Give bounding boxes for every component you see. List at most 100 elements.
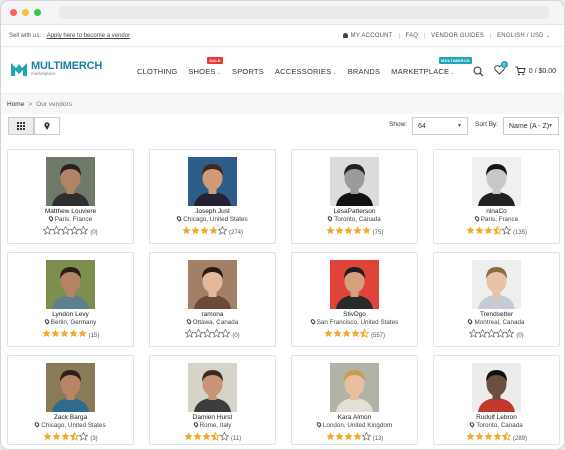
- vendor-avatar[interactable]: [330, 260, 379, 309]
- vendor-name[interactable]: Rudolf Lebron: [434, 414, 559, 421]
- vendor-name[interactable]: Damien Hurst: [150, 414, 275, 421]
- vendor-name[interactable]: Trendsetter: [434, 311, 559, 318]
- vendor-avatar[interactable]: [46, 363, 95, 412]
- vendor-card[interactable]: Joseph Just Chicago, United States (274): [149, 149, 276, 244]
- grid-view-button[interactable]: [8, 117, 34, 135]
- cart-button[interactable]: 0 / $0.00: [515, 66, 556, 76]
- star-half-icon: [492, 226, 502, 235]
- vendor-name[interactable]: ninaCo: [434, 208, 559, 215]
- vendor-location: Ottawa, Canada: [192, 319, 239, 326]
- search-icon[interactable]: [473, 66, 484, 77]
- my-account-label: MY ACCOUNT: [350, 33, 393, 39]
- vendor-location: London, United Kingdom: [322, 422, 393, 429]
- my-account-link[interactable]: MY ACCOUNT: [337, 33, 399, 39]
- listing-toolbar: Show: 64 ▼ Sort By: Name (A - Z) ▼: [1, 117, 564, 141]
- vendor-avatar[interactable]: [472, 157, 521, 206]
- minimize-window-icon[interactable]: [22, 9, 29, 16]
- wishlist-count: 0: [500, 61, 508, 68]
- vendor-location-row: Rome, Italy: [150, 421, 275, 429]
- star-filled-icon: [52, 432, 61, 441]
- vendor-card[interactable]: ramona Ottawa, Canada (0): [149, 252, 276, 347]
- review-count: (289): [512, 436, 527, 442]
- star-filled-icon: [193, 432, 202, 441]
- location-pin-icon: [34, 421, 41, 428]
- nav-sports-label: SPORTS: [232, 67, 264, 76]
- star-empty-icon: [219, 432, 229, 441]
- star-filled-icon: [200, 226, 209, 235]
- vendor-rating: (13): [292, 432, 417, 443]
- vendor-avatar[interactable]: [188, 157, 237, 206]
- star-filled-icon: [191, 226, 200, 235]
- per-page-select[interactable]: 64 ▼: [412, 117, 468, 135]
- vendor-avatar[interactable]: [330, 363, 379, 412]
- vendor-name[interactable]: LesaPatterson: [292, 208, 417, 215]
- vendor-avatar[interactable]: [188, 363, 237, 412]
- vendor-name[interactable]: Zack Barga: [8, 414, 133, 421]
- vendor-rating: (135): [434, 226, 559, 237]
- vendor-avatar[interactable]: [46, 157, 95, 206]
- map-pin-icon: [44, 122, 50, 130]
- vendor-location: Rome, Italy: [199, 422, 232, 429]
- star-empty-icon: [43, 226, 53, 235]
- wishlist-button[interactable]: 0: [494, 61, 508, 77]
- become-vendor-link[interactable]: Apply here to become a vendor: [47, 33, 130, 39]
- address-bar[interactable]: [59, 6, 549, 19]
- vendor-name[interactable]: Matthew Louviere: [8, 208, 133, 215]
- vendor-card[interactable]: Kara Almon London, United Kingdom (13): [291, 355, 418, 445]
- vendor-name[interactable]: Lyndon Levy: [8, 311, 133, 318]
- vendor-location-row: Toronto, Canada: [434, 421, 559, 429]
- review-count: (557): [370, 333, 385, 339]
- vendor-card[interactable]: StivDgo San Francisco, United States (557): [291, 252, 418, 347]
- map-view-button[interactable]: [34, 117, 60, 135]
- nav-brands[interactable]: BRANDS: [348, 67, 380, 76]
- vendor-avatar[interactable]: [188, 260, 237, 309]
- star-filled-icon: [351, 329, 360, 338]
- vendor-name[interactable]: Kara Almon: [292, 414, 417, 421]
- star-filled-icon: [202, 432, 211, 441]
- vendor-guides-link[interactable]: VENDOR GUIDES: [424, 33, 490, 39]
- star-empty-icon: [478, 329, 488, 338]
- star-empty-icon: [501, 226, 511, 235]
- vendor-card[interactable]: Rudolf Lebron Toronto, Canada (289): [433, 355, 560, 445]
- vendor-card[interactable]: Lyndon Levy Berlin, Germany (15): [7, 252, 134, 347]
- vendor-avatar[interactable]: [46, 260, 95, 309]
- nav-clothing[interactable]: CLOTHING: [137, 67, 177, 76]
- user-icon: [342, 33, 348, 38]
- vendor-location: Toronto, Canada: [334, 216, 381, 223]
- vendor-card[interactable]: Trendsetter Montreal, Canada (0): [433, 252, 560, 347]
- star-filled-icon: [362, 226, 371, 235]
- star-empty-icon: [203, 329, 213, 338]
- star-empty-icon: [194, 329, 204, 338]
- star-filled-icon: [353, 432, 362, 441]
- star-empty-icon: [52, 226, 62, 235]
- vendor-location-row: Chicago, United States: [150, 215, 275, 223]
- vendor-avatar[interactable]: [330, 157, 379, 206]
- vendor-card[interactable]: Damien Hurst Rome, Italy (11): [149, 355, 276, 445]
- vendor-card[interactable]: Matthew Louviere Paris, France (0): [7, 149, 134, 244]
- site-logo[interactable]: MULTIMERCH marketplace: [10, 61, 102, 77]
- close-window-icon[interactable]: [10, 9, 17, 16]
- vendor-avatar[interactable]: [472, 260, 521, 309]
- nav-marketplace[interactable]: MULTIMERCH MARKETPLACE⌄: [391, 57, 472, 76]
- faq-link[interactable]: FAQ: [398, 33, 425, 39]
- vendor-card[interactable]: ninaCo Paris, France (135): [433, 149, 560, 244]
- header-icons: 0 0 / $0.00: [473, 61, 556, 77]
- maximize-window-icon[interactable]: [34, 9, 41, 16]
- star-filled-icon: [344, 226, 353, 235]
- star-half-icon: [210, 432, 220, 441]
- nav-sports[interactable]: SPORTS: [232, 67, 264, 76]
- cart-icon: [515, 66, 526, 76]
- language-currency-link[interactable]: ENGLISH / USD ⌄: [490, 33, 556, 39]
- vendor-card[interactable]: LesaPatterson Toronto, Canada (75): [291, 149, 418, 244]
- vendor-name[interactable]: Joseph Just: [150, 208, 275, 215]
- vendor-name[interactable]: StivDgo: [292, 311, 417, 318]
- vendor-card[interactable]: Zack Barga Chicago, United States (3): [7, 355, 134, 445]
- nav-accessories[interactable]: ACCESSORIES⌄: [275, 67, 337, 76]
- vendor-avatar[interactable]: [472, 363, 521, 412]
- breadcrumb-home[interactable]: Home: [7, 101, 24, 108]
- vendor-name[interactable]: ramona: [150, 311, 275, 318]
- view-toggle: [8, 117, 60, 135]
- chevron-down-icon: ⌄: [545, 33, 550, 39]
- nav-shoes[interactable]: SALE SHOES⌄: [188, 57, 223, 76]
- sort-select[interactable]: Name (A - Z) ▼: [503, 117, 559, 135]
